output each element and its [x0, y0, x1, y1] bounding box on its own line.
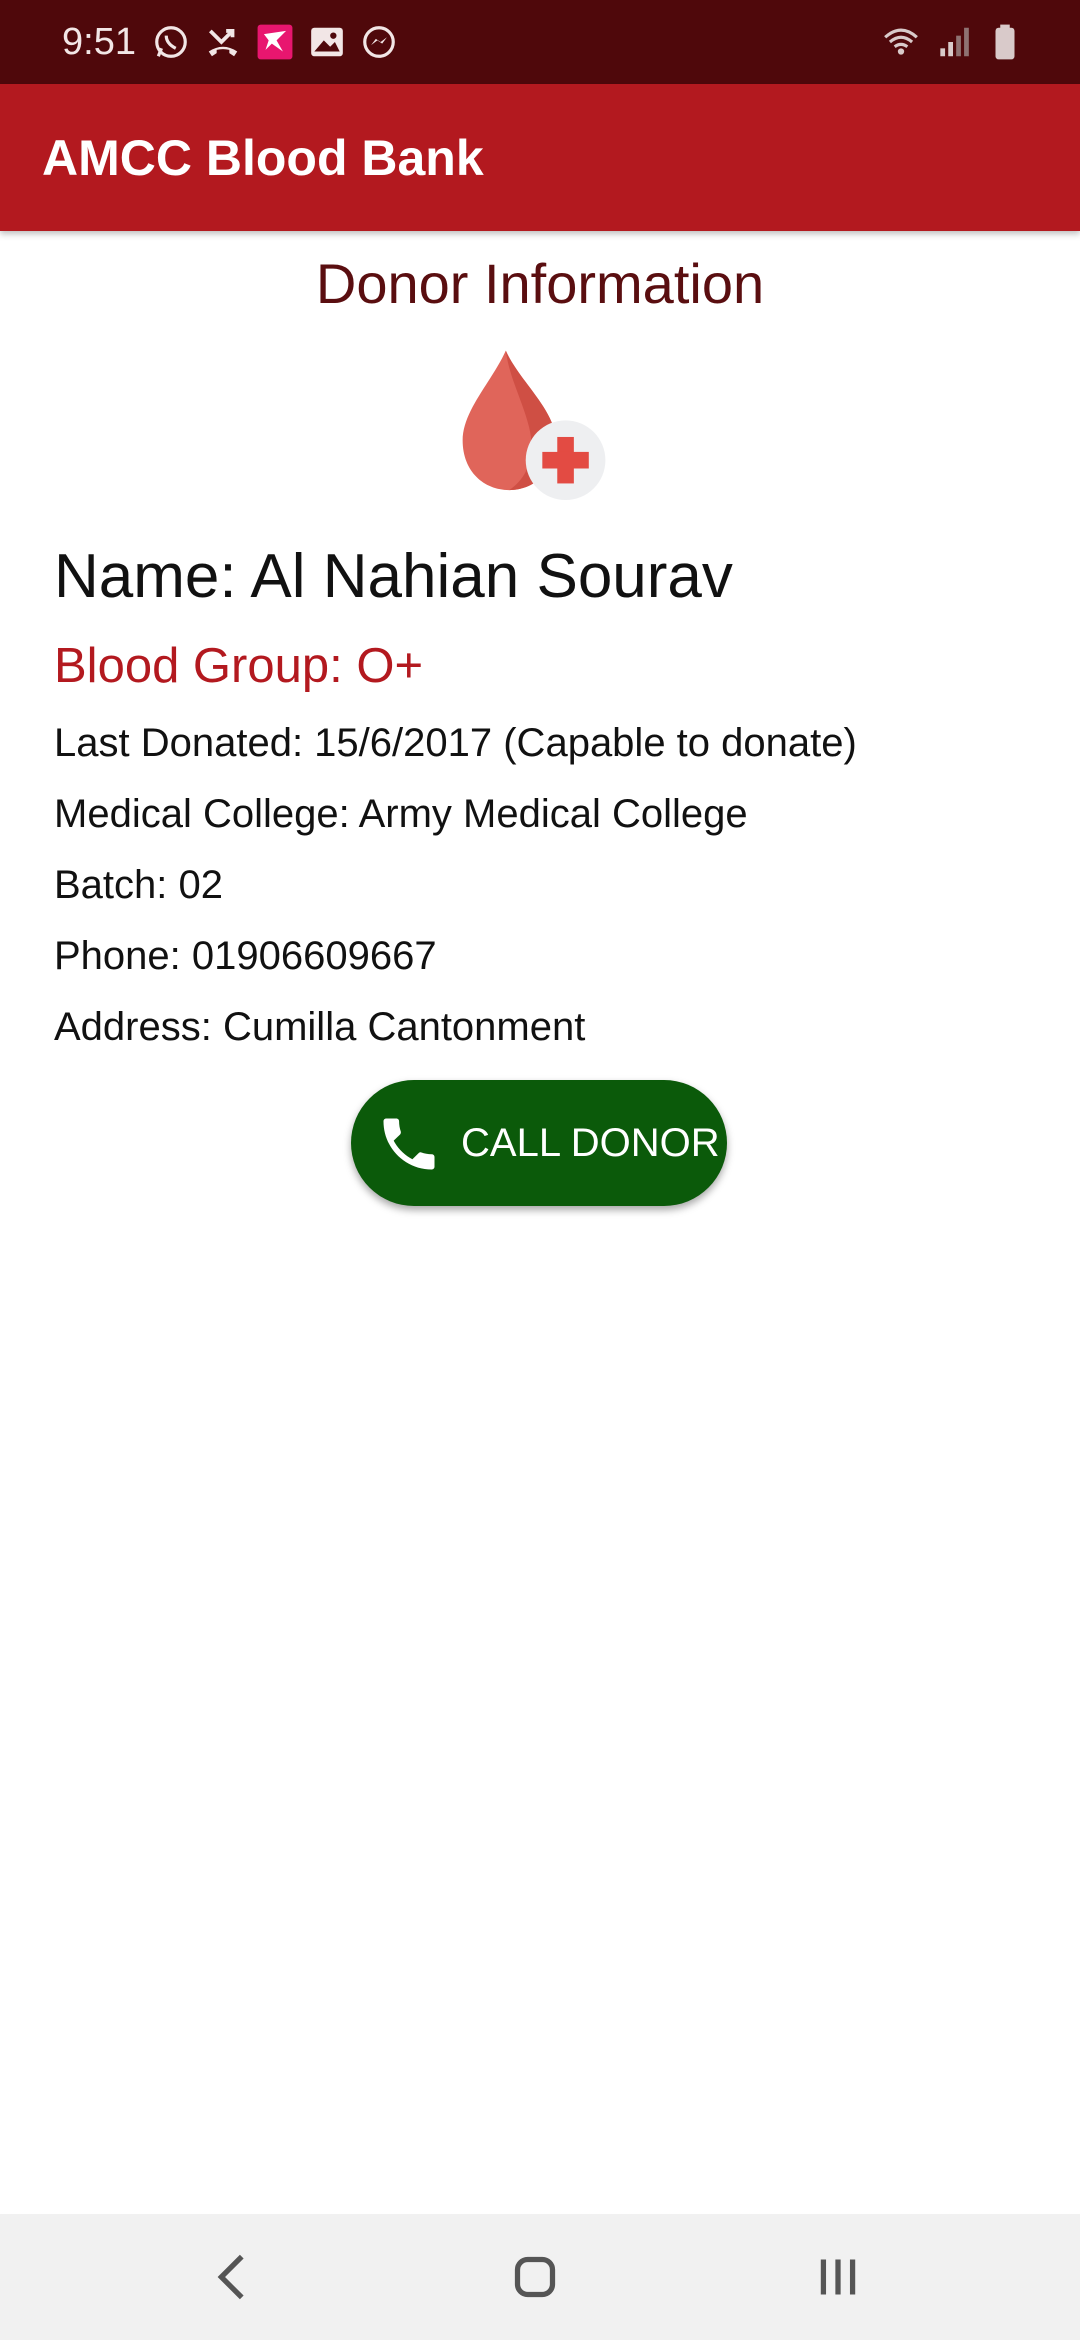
- missed-call-icon: [208, 29, 238, 57]
- wifi-icon: [884, 28, 918, 55]
- battery-icon: [995, 24, 1015, 60]
- blood-drop-plus-icon: [462, 350, 606, 501]
- last-donated: Last Donated: 15/6/2017 (Capable to dona…: [54, 721, 857, 765]
- status-time: 9:51: [62, 21, 136, 63]
- whatsapp-icon: [155, 26, 187, 58]
- messenger-icon: [363, 26, 395, 58]
- batch: Batch: 02: [54, 863, 224, 907]
- address: Address: Cumilla Cantonment: [54, 1005, 586, 1049]
- donor-information-screen: 9:51 AMCC Blood Bank Donor Information N…: [0, 0, 1080, 2340]
- app-title: AMCC Blood Bank: [42, 130, 484, 186]
- system-icons: [882, 20, 1024, 64]
- gallery-icon: [311, 27, 343, 57]
- page-title: Donor Information: [315, 252, 765, 315]
- back-icon[interactable]: [198, 2242, 268, 2312]
- signal-icon: [940, 27, 969, 57]
- donor-name: Name: Al Nahian Sourav: [54, 542, 733, 611]
- home-icon[interactable]: [500, 2242, 570, 2312]
- recents-icon[interactable]: [803, 2242, 873, 2312]
- notification-icons: [152, 22, 398, 62]
- call-donor-button[interactable]: CALL DONOR: [351, 1080, 727, 1206]
- blood-group: Blood Group: O+: [54, 639, 424, 693]
- medical-college: Medical College: Army Medical College: [54, 792, 748, 836]
- app-bar: AMCC Blood Bank: [0, 84, 1080, 231]
- navigation-bar: [0, 2214, 1080, 2340]
- phone-icon: [383, 1118, 435, 1170]
- status-bar: 9:51: [0, 0, 1080, 84]
- app-notification-icon: [257, 24, 293, 60]
- phone-number: Phone: 01906609667: [54, 934, 437, 978]
- call-donor-label: CALL DONOR: [461, 1121, 720, 1165]
